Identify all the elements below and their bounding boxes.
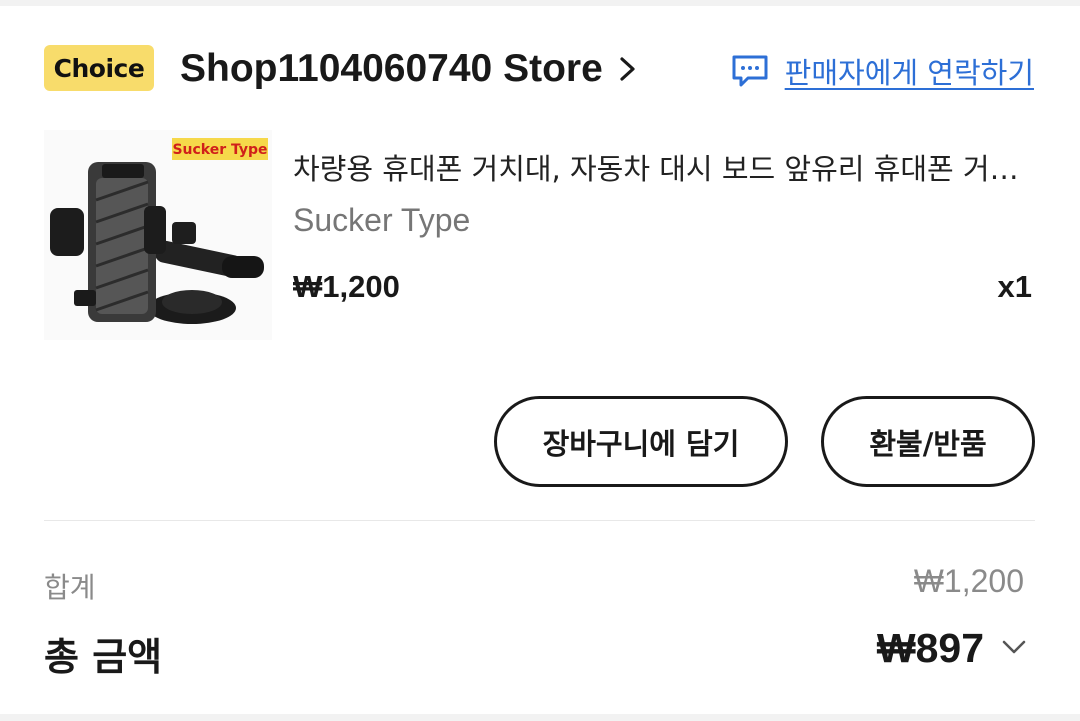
choice-badge: Choice <box>44 45 154 91</box>
total-value[interactable]: ₩897 <box>877 625 984 672</box>
order-item-card: Choice Shop1104060740 Store 판매자에게 연락하기 S… <box>0 6 1080 714</box>
chat-bubble-icon <box>732 55 768 87</box>
subtotal-label: 합계 <box>44 571 96 604</box>
chevron-right-icon <box>620 57 635 81</box>
total-label: 총 금액 <box>44 635 163 679</box>
product-image-label: Sucker Type <box>172 142 267 158</box>
product-variant: Sucker Type <box>293 202 471 238</box>
contact-seller-label: 판매자에게 연락하기 <box>784 56 1034 90</box>
add-to-cart-button[interactable]: 장바구니에 담기 <box>494 396 788 487</box>
divider <box>44 520 1035 521</box>
contact-seller-link[interactable]: 판매자에게 연락하기 <box>731 50 1034 92</box>
store-link[interactable]: Shop1104060740 Store <box>180 47 639 91</box>
product-price: ₩1,200 <box>293 269 400 304</box>
product-quantity: x1 <box>997 269 1032 304</box>
chevron-down-icon[interactable] <box>1000 636 1028 658</box>
refund-return-button[interactable]: 환불/반품 <box>821 396 1035 487</box>
product-image[interactable]: Sucker Type <box>44 130 272 340</box>
subtotal-value: ₩1,200 <box>913 563 1024 599</box>
store-name: Shop1104060740 Store <box>180 47 603 90</box>
product-title[interactable]: 차량용 휴대폰 거치대, 자동차 대시 보드 앞유리 휴대폰 거치대 <box>293 146 1033 188</box>
